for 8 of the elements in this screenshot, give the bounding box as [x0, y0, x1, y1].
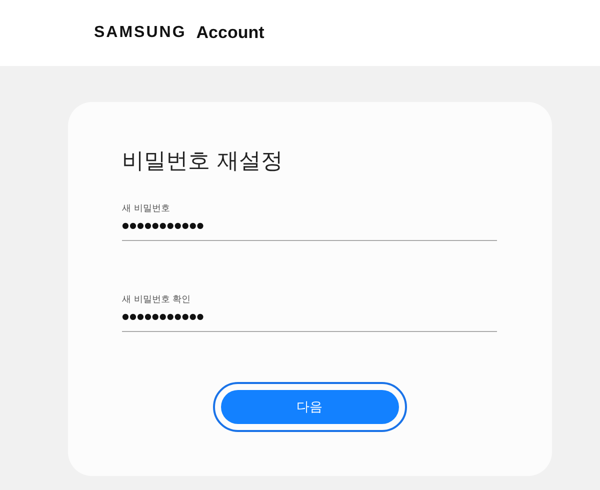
password-field[interactable]: ●●●●●●●●●●● [122, 217, 497, 241]
password-field[interactable]: ●●●●●●●●●●● [122, 308, 497, 332]
brand-logo: SAMSUNG [94, 24, 186, 42]
next-button[interactable]: 다음 [220, 390, 398, 424]
product-name: Account [196, 23, 264, 43]
field-label: 새 비밀번호 [122, 203, 171, 215]
page-title: 비밀번호 재설정 [122, 148, 284, 176]
field-label: 새 비밀번호 확인 [122, 294, 192, 306]
